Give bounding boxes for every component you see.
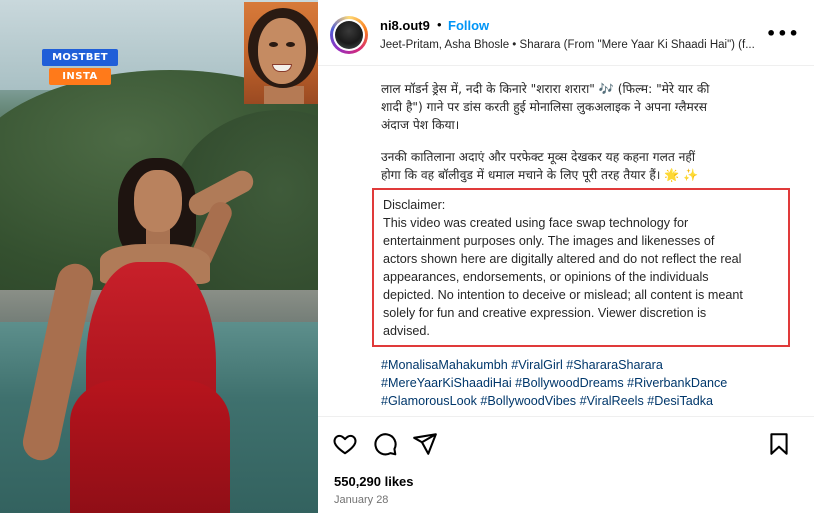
like-count[interactable]: 550,290 likes — [334, 474, 414, 489]
post-media[interactable]: MOSTBET INSTA — [0, 0, 318, 513]
caption-area: लाल मॉडर्न ड्रेस में, नदी के किनारे "शरा… — [318, 66, 814, 416]
brand-line-2: INSTA — [49, 68, 111, 85]
hashtag-line[interactable]: #GlamorousLook #BollywoodVibes #ViralRee… — [381, 394, 713, 408]
mostbet-logo: MOSTBET INSTA — [42, 49, 118, 85]
inset-eye — [269, 42, 278, 47]
hashtag-line[interactable]: #MonalisaMahakumbh #ViralGirl #ShararaSh… — [381, 358, 663, 372]
post-header: ni8.out9 • Follow Jeet-Pritam, Asha Bhos… — [318, 0, 814, 66]
disclaimer-line: depicted. No intention to deceive or mis… — [383, 288, 743, 302]
hashtag-line[interactable]: #MereYaarKiShaadiHai #BollywoodDreams #R… — [381, 376, 727, 390]
username-link[interactable]: ni8.out9 — [380, 18, 430, 33]
caption-clipped-line — [381, 66, 385, 71]
caption-hindi-line: उनकी कातिलाना अदाएं और परफेक्ट मूव्स देख… — [381, 150, 696, 164]
post-panel: ni8.out9 • Follow Jeet-Pritam, Asha Bhos… — [318, 0, 814, 513]
caption-hindi-line: लाल मॉडर्न ड्रेस में, नदी के किनारे "शरा… — [381, 82, 710, 96]
figure-dress-skirt — [70, 380, 230, 513]
inset-eye — [286, 42, 295, 47]
more-options-icon[interactable]: ••• — [766, 24, 800, 43]
face-inset — [244, 2, 318, 104]
inset-face — [258, 18, 306, 84]
avatar-image — [335, 21, 363, 49]
post-date[interactable]: January 28 — [334, 494, 388, 506]
brand-line-1: MOSTBET — [42, 49, 118, 66]
disclaimer-highlight-box: Disclaimer: This video was created using… — [372, 188, 790, 347]
disclaimer-line: entertainment purposes only. The images … — [383, 234, 715, 248]
bookmark-icon[interactable] — [766, 431, 792, 457]
heart-icon[interactable] — [332, 431, 358, 457]
figure-face — [134, 170, 182, 232]
comment-icon[interactable] — [372, 431, 398, 457]
separator-dot: • — [437, 17, 442, 32]
share-icon[interactable] — [412, 431, 438, 457]
disclaimer-heading: Disclaimer: — [383, 198, 446, 212]
post-actions: 550,290 likes January 28 — [318, 416, 814, 513]
audio-track-link[interactable]: Jeet-Pritam, Asha Bhosle • Sharara (From… — [380, 39, 760, 51]
avatar[interactable] — [330, 16, 368, 54]
disclaimer-line: actors shown here are digitally altered … — [383, 252, 742, 266]
disclaimer-line: This video was created using face swap t… — [383, 216, 689, 230]
disclaimer-line: solely for fun and creative expression. … — [383, 306, 707, 320]
disclaimer-line: appearances, endorsements, or opinions o… — [383, 270, 709, 284]
caption-hindi-line: होगा कि वह बॉलीवुड में धमाल मचाने के लिए… — [381, 168, 699, 182]
follow-button[interactable]: Follow — [448, 18, 489, 33]
caption-hindi-line: अंदाज पेश किया। — [381, 118, 460, 132]
caption-hindi-line: शादी है") गाने पर डांस करती हुई मोनालिसा… — [381, 100, 708, 114]
disclaimer-line: advised. — [383, 324, 430, 338]
inset-neck — [264, 86, 304, 104]
